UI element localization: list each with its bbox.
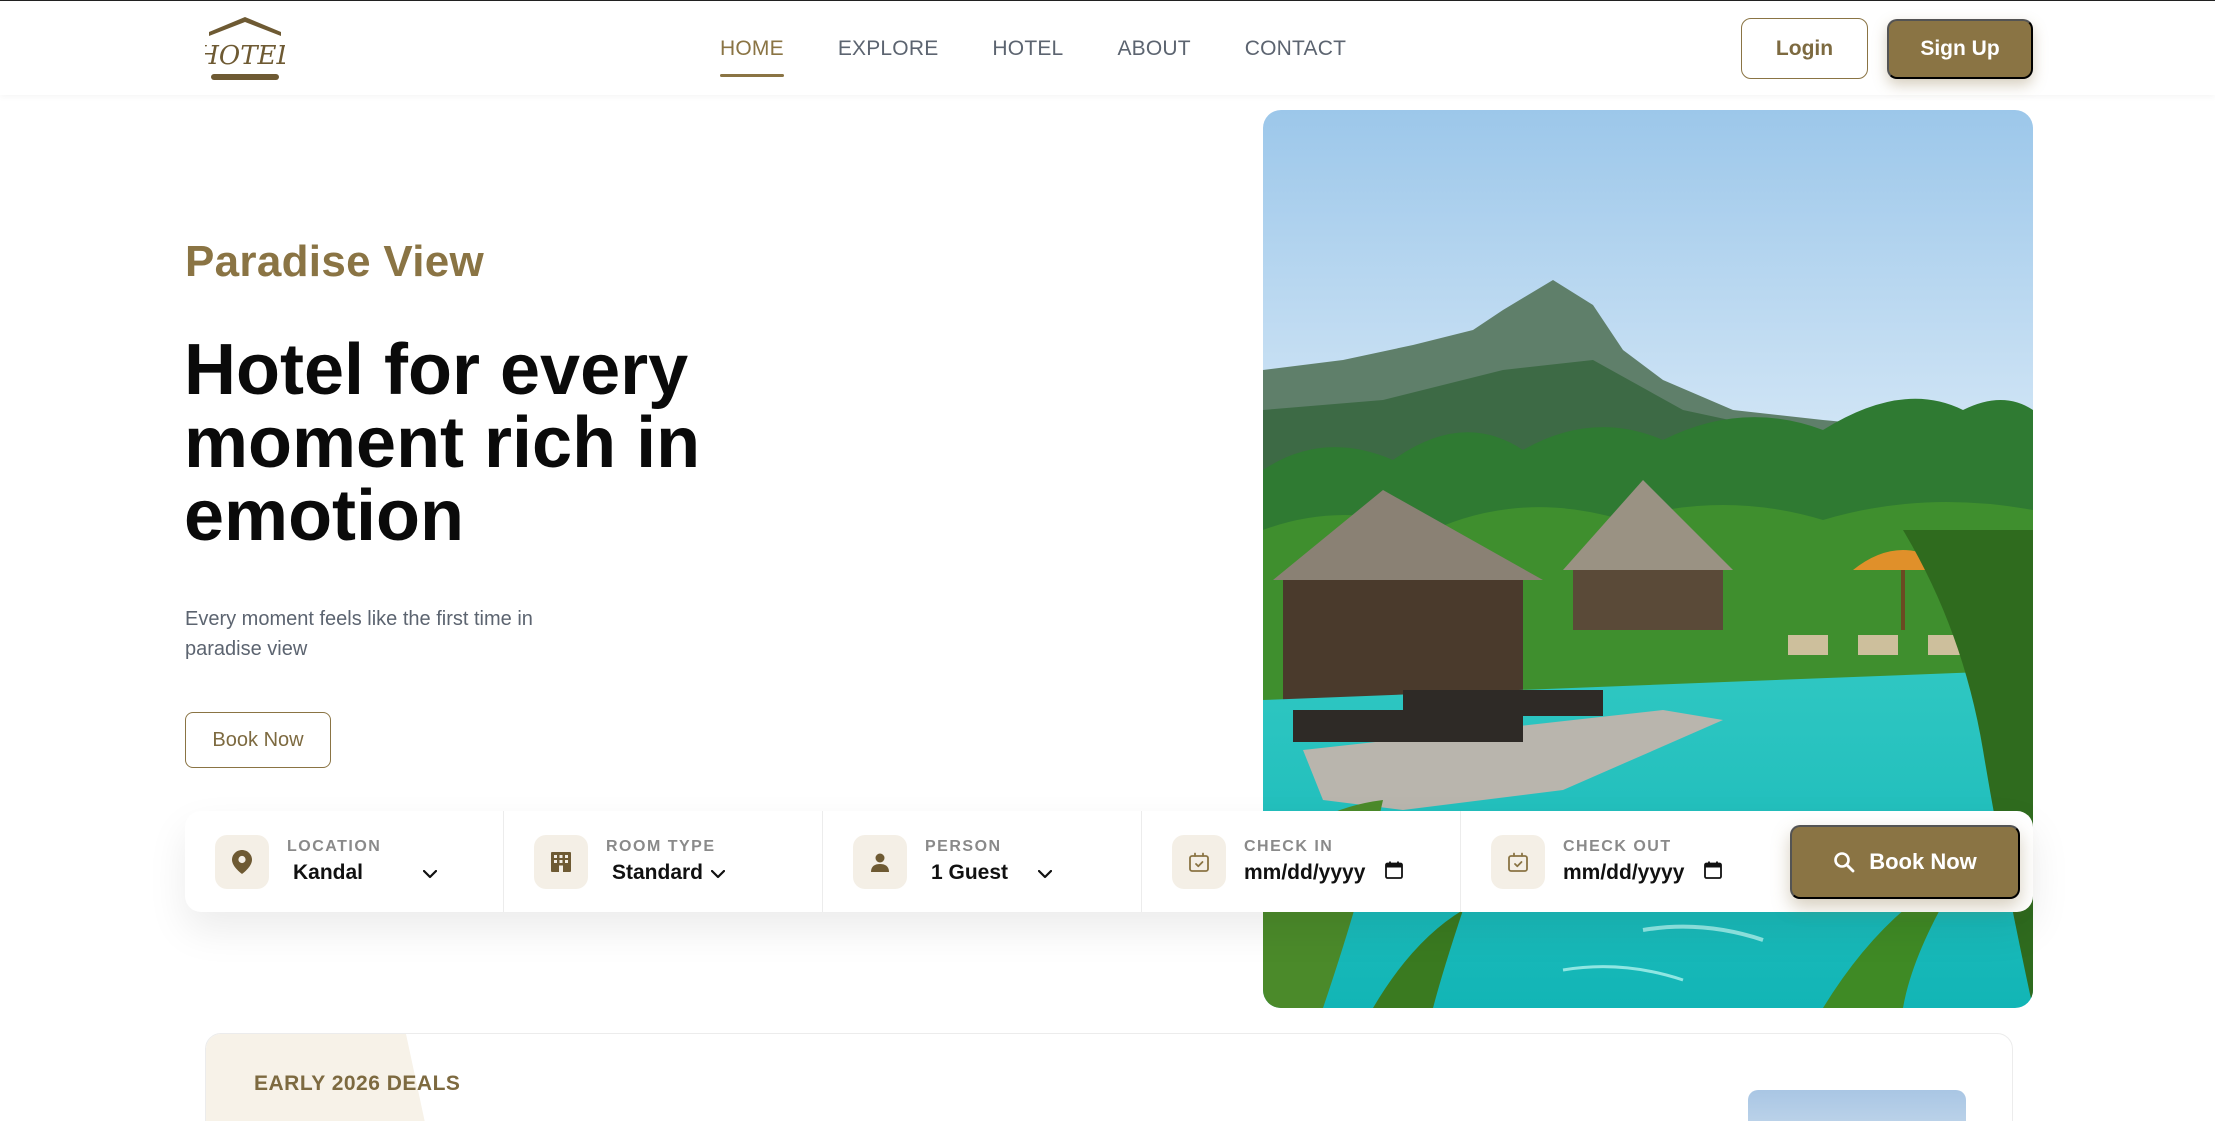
main-nav: HOME EXPLORE HOTEL ABOUT CONTACT — [720, 2, 1400, 95]
nav-about[interactable]: ABOUT — [1117, 37, 1190, 61]
login-button[interactable]: Login — [1741, 18, 1868, 79]
building-icon — [534, 834, 588, 889]
deal-thumbnail[interactable] — [1748, 1090, 1966, 1121]
calendar-icon[interactable] — [1385, 861, 1404, 885]
hotel-logo[interactable]: HOTEL — [195, 14, 294, 84]
room-type-label: ROOM TYPE — [606, 838, 716, 855]
location-value: Kandal — [293, 861, 364, 884]
calendar-check-icon — [1172, 834, 1226, 889]
room-type-select[interactable]: ROOM TYPE Standard — [504, 811, 823, 912]
nav-hotel[interactable]: HOTEL — [992, 37, 1063, 61]
early-deals-section: EARLY 2026 DEALS — [205, 1033, 2013, 1121]
check-in-field[interactable]: CHECK IN mm/dd/yyyy — [1142, 811, 1461, 912]
location-label: LOCATION — [287, 838, 382, 855]
check-in-input[interactable]: mm/dd/yyyy — [1244, 861, 1365, 885]
hero-description: Every moment feels like the first time i… — [185, 608, 533, 660]
nav-contact[interactable]: CONTACT — [1245, 37, 1346, 61]
search-icon — [1834, 852, 1855, 873]
calendar-icon[interactable] — [1704, 861, 1723, 885]
room-type-value: Standard — [612, 861, 704, 884]
check-out-label: CHECK OUT — [1563, 838, 1672, 855]
check-out-input[interactable]: mm/dd/yyyy — [1563, 861, 1684, 885]
chevron-down-icon — [1037, 861, 1053, 885]
person-icon — [853, 834, 907, 889]
nav-explore[interactable]: EXPLORE — [838, 37, 939, 61]
svg-text:HOTEL: HOTEL — [205, 41, 285, 71]
hero-subtitle: Paradise View — [185, 237, 485, 286]
hero-book-now-button[interactable]: Book Now — [185, 712, 331, 768]
chevron-down-icon — [710, 861, 726, 885]
location-select[interactable]: LOCATION Kandal — [185, 811, 504, 912]
chevron-down-icon — [422, 861, 438, 885]
nav-home[interactable]: HOME — [720, 37, 784, 77]
check-in-label: CHECK IN — [1244, 838, 1334, 855]
check-out-field[interactable]: CHECK OUT mm/dd/yyyy — [1461, 811, 1780, 912]
person-select[interactable]: PERSON 1 Guest — [823, 811, 1142, 912]
person-label: PERSON — [925, 838, 1002, 855]
location-pin-icon — [215, 834, 269, 889]
calendar-check-icon — [1491, 834, 1545, 889]
booking-search-bar: LOCATION Kandal ROOM TYPE Standard PERSO… — [185, 811, 2033, 912]
search-book-now-button[interactable]: Book Now — [1790, 825, 2020, 899]
person-value: 1 Guest — [931, 861, 1009, 884]
hero-headline: Hotel for every moment rich in emotion — [184, 330, 701, 556]
signup-button[interactable]: Sign Up — [1887, 19, 2033, 79]
search-book-now-label: Book Now — [1869, 849, 1977, 874]
top-navbar: HOTEL HOME EXPLORE HOTEL ABOUT CONTACT L… — [0, 2, 2215, 95]
deals-title: EARLY 2026 DEALS — [254, 1072, 461, 1095]
